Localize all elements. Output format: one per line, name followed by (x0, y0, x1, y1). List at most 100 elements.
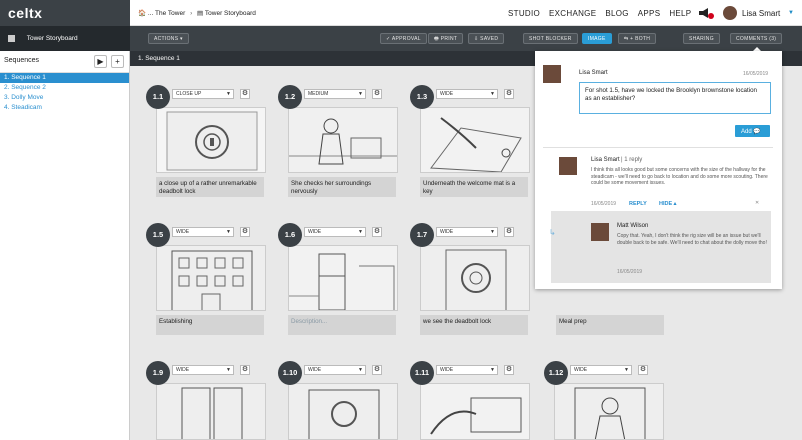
reply-arrow-icon: ↳ (549, 228, 556, 237)
add-comment-button[interactable]: Add 💬 (735, 125, 770, 137)
shot-image[interactable] (156, 107, 266, 173)
sequences-header: Sequences ▶ + (0, 51, 129, 73)
comment-date: 16/05/2019 (743, 71, 769, 77)
shot-image[interactable] (156, 383, 266, 440)
user-name[interactable]: Lisa Smart (742, 9, 780, 18)
gear-icon[interactable]: ⚙ (504, 365, 514, 375)
shot-description[interactable]: we see the deadbolt lock (420, 315, 528, 335)
shot-description[interactable]: a close up of a rather unremarkable dead… (156, 177, 264, 197)
shot-type-value: WIDE (308, 229, 322, 235)
comment-date: 16/05/2019 (591, 201, 617, 207)
shot-type-value: WIDE (574, 367, 588, 373)
shot-image[interactable] (156, 245, 266, 311)
gear-icon[interactable]: ⚙ (372, 365, 382, 375)
shot-type-select[interactable]: WIDE ▼ (436, 227, 498, 237)
storyboard-icon: ▤ (197, 10, 204, 17)
shot-description[interactable]: Meal prep (556, 315, 664, 335)
chevron-down-icon: ▼ (490, 229, 495, 235)
add-sequence-button[interactable]: + (111, 55, 124, 68)
shot-image[interactable] (288, 383, 398, 440)
shot-description[interactable]: Underneath the welcome mat is a key (420, 177, 528, 197)
gear-icon[interactable]: ⚙ (504, 227, 514, 237)
gear-icon[interactable]: ⚙ (240, 365, 250, 375)
sequences-sidebar: Sequences ▶ + 1. Sequence 1 2. Sequence … (0, 51, 130, 440)
both-view-button[interactable]: ⇆ + BOTH (618, 33, 657, 44)
shot-type-value: MEDIUM (308, 91, 329, 97)
shot-type-select[interactable]: WIDE ▼ (436, 89, 498, 99)
gear-icon[interactable]: ⚙ (372, 227, 382, 237)
celtx-logo[interactable]: celtx (0, 0, 130, 26)
nav-exchange[interactable]: EXCHANGE (549, 9, 596, 18)
top-nav: STUDIO EXCHANGE BLOG APPS HELP (508, 9, 691, 18)
shot-image[interactable] (420, 245, 530, 311)
shot-image[interactable] (288, 107, 398, 173)
shot-type-select[interactable]: MEDIUM ▼ (304, 89, 366, 99)
shot-type-select[interactable]: WIDE ▼ (304, 227, 366, 237)
actions-button[interactable]: ACTIONS ▾ (148, 33, 189, 44)
shot-blocker-button[interactable]: SHOT BLOCKER (523, 33, 578, 44)
breadcrumb-current: Tower Storyboard (204, 10, 256, 17)
hide-replies-button[interactable]: HIDE ▴ (659, 201, 676, 207)
nav-studio[interactable]: STUDIO (508, 9, 540, 18)
shot-image[interactable] (420, 107, 530, 173)
commenter-avatar (543, 65, 561, 83)
shot-number: 1.10 (278, 361, 302, 385)
chevron-down-icon: ▼ (226, 367, 231, 373)
gear-icon[interactable]: ⚙ (240, 89, 250, 99)
comments-button[interactable]: COMMENTS (3) (730, 33, 783, 44)
shot-type-select[interactable]: WIDE ▼ (304, 365, 366, 375)
shot-image[interactable] (420, 383, 530, 440)
play-button[interactable]: ▶ (94, 55, 107, 68)
document-title: Tower Storyboard (26, 35, 78, 43)
nav-apps[interactable]: APPS (638, 9, 661, 18)
saved-button[interactable]: ⇩ SAVED (468, 33, 505, 44)
chevron-down-icon: ▼ (358, 367, 363, 373)
user-avatar[interactable] (723, 6, 737, 20)
shot-description[interactable]: She checks her surroundings nervously (288, 177, 396, 197)
shot-card: 1.5 WIDE ▼ ⚙ Establishing (146, 223, 266, 339)
gear-icon[interactable]: ⚙ (240, 227, 250, 237)
chevron-down-icon[interactable]: ▼ (788, 10, 794, 16)
shot-number: 1.7 (410, 223, 434, 247)
gear-icon[interactable]: ⚙ (504, 89, 514, 99)
chevron-down-icon: ▼ (490, 91, 495, 97)
shot-number: 1.11 (410, 361, 434, 385)
shot-type-value: WIDE (308, 367, 322, 373)
shot-type-select[interactable]: WIDE ▼ (172, 365, 234, 375)
shot-description[interactable]: Description... (288, 315, 396, 335)
breadcrumb-project[interactable]: ... The Tower (148, 10, 185, 17)
sidebar-item-steadicam[interactable]: 4. Steadicam (0, 103, 129, 113)
nav-help[interactable]: HELP (669, 9, 691, 18)
shot-image[interactable] (554, 383, 664, 440)
comment-divider (543, 147, 773, 148)
shot-card: 1.10 WIDE ▼ ⚙ (278, 361, 398, 440)
shot-type-select[interactable]: WIDE ▼ (570, 365, 632, 375)
gear-icon[interactable]: ⚙ (372, 89, 382, 99)
shot-type-select[interactable]: WIDE ▼ (436, 365, 498, 375)
shot-type-select[interactable]: CLOSE UP ▼ (172, 89, 234, 99)
home-icon[interactable]: 🏠 (138, 10, 146, 17)
chevron-down-icon: ▼ (490, 367, 495, 373)
sidebar-item-sequence-2[interactable]: 2. Sequence 2 (0, 83, 129, 93)
reply-text: Copy that. Yeah, I don't think the rig s… (617, 233, 767, 246)
shot-description[interactable]: Establishing (156, 315, 264, 335)
shot-type-select[interactable]: WIDE ▼ (172, 227, 234, 237)
shot-number: 1.6 (278, 223, 302, 247)
print-button[interactable]: 🖶 PRINT (428, 33, 464, 44)
storyboard-icon (8, 35, 15, 42)
reply-button[interactable]: REPLY (629, 201, 647, 207)
breadcrumb: 🏠 ... The Tower › ▤ Tower Storyboard (138, 9, 256, 17)
nav-blog[interactable]: BLOG (605, 9, 628, 18)
sharing-button[interactable]: SHARING (683, 33, 720, 44)
reply-author: Matt Wilson (617, 223, 649, 229)
comment-input[interactable]: For shot 1.5, have we locked the Brookly… (579, 82, 771, 114)
sidebar-item-sequence-1[interactable]: 1. Sequence 1 (0, 73, 129, 83)
sidebar-item-dolly-move[interactable]: 3. Dolly Move (0, 93, 129, 103)
gear-icon[interactable]: ⚙ (638, 365, 648, 375)
approval-button[interactable]: ✓ APPROVAL (380, 33, 427, 44)
shot-number: 1.5 (146, 223, 170, 247)
image-view-button[interactable]: IMAGE (582, 33, 612, 44)
logo-text: celtx (8, 5, 43, 21)
close-icon[interactable]: ✕ (755, 200, 759, 206)
shot-image[interactable] (288, 245, 398, 311)
